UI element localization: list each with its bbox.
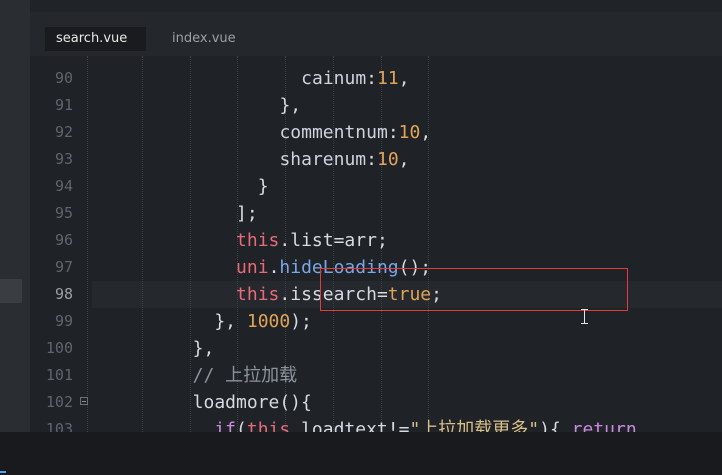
code-line[interactable]: 102 loadmore(){ (30, 389, 722, 416)
code-line[interactable]: 96 this.list=arr; (30, 227, 722, 254)
code-line[interactable]: 93 sharenum:10, (30, 146, 722, 173)
code-token: this (246, 419, 291, 432)
code-line[interactable]: 103 if(this.loadtext!="上拉加载更多"){ return (30, 416, 722, 432)
code-token: , (398, 149, 410, 170)
text-cursor-icon (580, 309, 589, 324)
code-text: loadmore(){ (193, 389, 312, 416)
line-number: 94 (54, 177, 73, 195)
left-panel-strip (0, 0, 30, 432)
line-number: 103 (45, 420, 73, 432)
code-line[interactable]: 94} (30, 173, 722, 200)
code-text: this.list=arr; (236, 227, 388, 254)
bottom-panel-tab[interactable] (0, 432, 6, 475)
code-line[interactable]: 92 commentnum:10, (30, 119, 722, 146)
code-token: : (366, 149, 377, 170)
code-text: } (258, 173, 269, 200)
code-token: loadmore(){ (192, 392, 312, 413)
code-token: "上拉加载更多" (409, 419, 540, 432)
code-token: 10 (376, 149, 399, 170)
code-token: 11 (377, 68, 399, 89)
code-token: }, (192, 338, 215, 359)
code-text: sharenum:10, (279, 146, 409, 173)
line-number: 90 (54, 69, 73, 87)
code-token: : (387, 122, 399, 143)
code-text: ]; (236, 200, 258, 227)
left-panel-highlight (0, 279, 22, 303)
line-number: 100 (45, 339, 73, 357)
line-number: 91 (54, 96, 73, 114)
code-token: cainum (301, 68, 367, 89)
code-text: }, (193, 335, 215, 362)
editor-tab-bar: search.vue index.vue (30, 12, 722, 56)
code-line[interactable]: 99}, 1000); (30, 308, 722, 335)
code-token: 10 (398, 122, 421, 143)
code-token: . (268, 257, 280, 278)
code-line[interactable]: 95]; (30, 200, 722, 227)
code-token: uni (236, 257, 269, 278)
line-number: 99 (54, 312, 73, 330)
code-text: commentnum:10, (279, 119, 431, 146)
code-token: .loadtext!= (290, 419, 410, 432)
code-text: }, (279, 92, 301, 119)
line-number: 102 (45, 393, 73, 411)
bottom-panel (0, 432, 722, 475)
line-number: 93 (54, 150, 73, 168)
line-number: 101 (45, 366, 73, 384)
line-number: 92 (54, 123, 73, 141)
code-token: // 上拉加载 (192, 365, 298, 386)
code-token: this (236, 230, 280, 251)
code-token: ]; (236, 203, 258, 224)
code-token: , (420, 122, 432, 143)
line-number: 97 (54, 258, 73, 276)
code-line[interactable]: 100}, (30, 335, 722, 362)
code-text: }, 1000); (214, 308, 312, 335)
code-line[interactable]: 91}, (30, 92, 722, 119)
line-number: 98 (54, 285, 73, 303)
annotation-highlight-box (320, 268, 628, 311)
tab-search-vue[interactable]: search.vue (45, 27, 146, 51)
tab-index-vue[interactable]: index.vue (172, 27, 236, 51)
code-editor[interactable]: 90 cainum:11, 91}, 92 commentnum:10, 93 sharen… (30, 56, 722, 432)
code-token: ); (290, 311, 312, 332)
line-number: 95 (54, 204, 73, 222)
code-token: }, (279, 95, 302, 116)
code-token: return (571, 419, 637, 432)
code-token: this (236, 284, 280, 305)
code-text: cainum:11, (301, 65, 409, 92)
fold-minus-icon[interactable] (80, 397, 88, 405)
code-token: if (214, 419, 237, 432)
line-number: 96 (54, 231, 73, 249)
code-token: commentnum (279, 122, 388, 143)
code-token: : (366, 68, 378, 89)
code-token: }, (214, 311, 247, 332)
code-token: .list=arr; (279, 230, 388, 251)
code-token: } (257, 176, 269, 197)
code-line[interactable]: 90 cainum:11, (30, 65, 722, 92)
code-token: , (398, 68, 410, 89)
code-token: ( (236, 419, 247, 432)
code-text: // 上拉加载 (193, 362, 298, 389)
code-token: sharenum (279, 149, 367, 170)
code-text: if(this.loadtext!="上拉加载更多"){ return (214, 416, 636, 432)
window-top-bar (30, 0, 722, 12)
code-line[interactable]: 101 // 上拉加载 (30, 362, 722, 389)
code-token: 1000 (246, 311, 291, 332)
code-token: ){ (539, 419, 572, 432)
